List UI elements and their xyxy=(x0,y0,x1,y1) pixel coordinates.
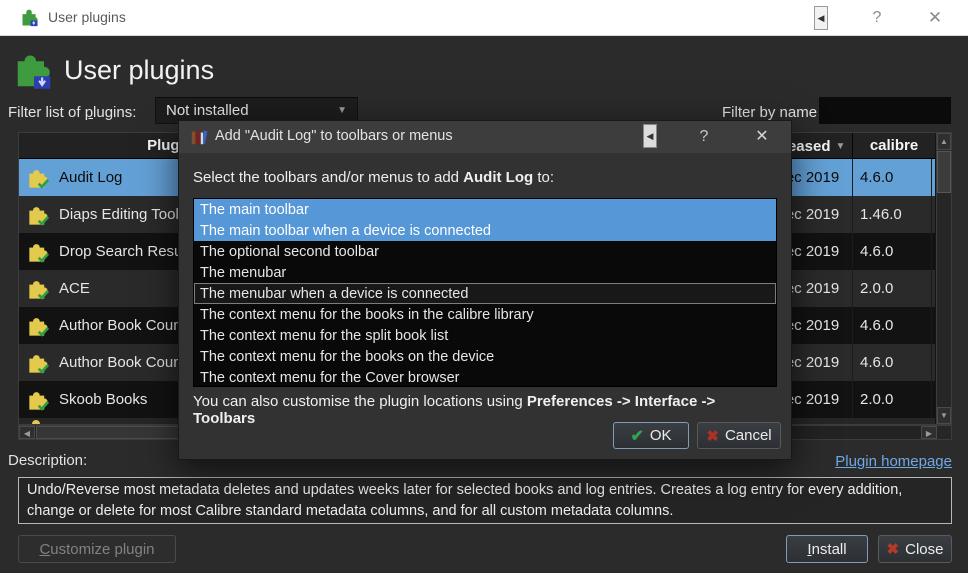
plugin-name: Diaps Editing Tool xyxy=(59,206,179,223)
plugin-icon xyxy=(27,350,52,375)
plugin-calibre-version: 2.0.0 xyxy=(852,270,935,307)
dialog-close-button[interactable]: ✕ xyxy=(745,121,779,153)
plugin-name: Drop Search Resul xyxy=(59,243,186,260)
table-vertical-scrollbar[interactable]: ▲ ▼ xyxy=(936,132,952,425)
scroll-down-icon[interactable]: ▼ xyxy=(937,407,951,424)
plugin-calibre-version: 4.6.0 xyxy=(852,307,935,344)
check-icon: ✔ xyxy=(630,426,643,446)
ok-button[interactable]: ✔OK xyxy=(613,422,689,449)
list-item[interactable]: The main toolbar when a device is connec… xyxy=(194,220,776,241)
close-window-button[interactable]: ✕ xyxy=(918,0,952,36)
plugin-name: Skoob Books xyxy=(59,391,147,408)
filter-by-name-input[interactable] xyxy=(818,96,952,125)
plugin-icon xyxy=(27,387,52,412)
plugin-header-icon xyxy=(14,50,54,90)
dialog-titlebar: Add "Audit Log" to toolbars or menus ◀ ?… xyxy=(179,121,791,153)
plugin-homepage-link[interactable]: Plugin homepage xyxy=(835,453,952,470)
os-titlebar: User plugins ◀ ? ✕ xyxy=(0,0,968,36)
input-indicator-icon[interactable]: ◀ xyxy=(643,124,657,148)
window-title: User plugins xyxy=(48,9,126,25)
list-item[interactable]: The context menu for the books on the de… xyxy=(194,346,776,367)
plugin-calibre-version: 2.0.0 xyxy=(852,381,935,418)
filter-by-name-label: Filter by name: xyxy=(722,104,821,121)
cancel-x-icon: ✖ xyxy=(706,427,719,445)
sort-descending-icon: ▼ xyxy=(835,134,845,159)
scroll-up-icon[interactable]: ▲ xyxy=(937,133,951,150)
destination-list: The main toolbar The main toolbar when a… xyxy=(193,198,777,387)
dialog-title: Add "Audit Log" to toolbars or menus xyxy=(215,128,453,144)
dialog-help-button[interactable]: ? xyxy=(689,121,719,153)
plugin-icon xyxy=(27,313,52,338)
list-item[interactable]: The optional second toolbar xyxy=(194,241,776,262)
customize-plugin-button[interactable]: Customize plugin xyxy=(18,535,176,563)
plugin-calibre-version: 4.6.0 xyxy=(852,233,935,270)
close-x-icon: ✖ xyxy=(887,540,900,558)
list-item[interactable]: The menubar when a device is connected xyxy=(194,283,776,304)
horizontal-scrollbar-thumb[interactable] xyxy=(36,426,186,439)
plugin-app-icon xyxy=(20,8,40,28)
cancel-button[interactable]: ✖Cancel xyxy=(697,422,781,449)
scroll-left-icon[interactable]: ◀ xyxy=(19,426,35,439)
scrollbar-corner xyxy=(937,426,951,439)
calibre-books-icon xyxy=(190,128,208,146)
filter-list-label: Filter list of plugins: xyxy=(8,104,136,121)
plugin-calibre-version: 1.46.0 xyxy=(852,196,935,233)
add-to-toolbars-dialog: Add "Audit Log" to toolbars or menus ◀ ?… xyxy=(178,120,792,460)
plugin-name: Author Book Coun xyxy=(59,354,182,371)
plugin-icon xyxy=(27,239,52,264)
plugin-icon xyxy=(27,276,52,301)
list-item[interactable]: The context menu for the split book list xyxy=(194,325,776,346)
close-button[interactable]: ✖Close xyxy=(878,535,952,563)
plugin-icon xyxy=(27,202,52,227)
plugin-name: ACE xyxy=(59,280,90,297)
filter-list-dropdown-value: Not installed xyxy=(166,102,249,119)
plugin-calibre-version: 4.6.0 xyxy=(852,344,935,381)
list-item[interactable]: The context menu for the Cover browser xyxy=(194,367,776,387)
dialog-prompt: Select the toolbars and/or menus to add … xyxy=(193,169,554,186)
install-button[interactable]: Install xyxy=(786,535,868,563)
help-button[interactable]: ? xyxy=(862,0,892,36)
plugin-calibre-version: 4.6.0 xyxy=(852,159,935,196)
input-indicator-icon[interactable]: ◀ xyxy=(814,6,828,30)
page-title: User plugins xyxy=(64,55,214,86)
list-item[interactable]: The menubar xyxy=(194,262,776,283)
list-item[interactable]: The main toolbar xyxy=(194,199,776,220)
column-header-calibre[interactable]: calibre xyxy=(852,133,935,159)
vertical-scrollbar-thumb[interactable] xyxy=(937,151,951,193)
dialog-footnote: You can also customise the plugin locati… xyxy=(193,393,779,427)
plugin-icon xyxy=(27,165,52,190)
plugin-name: Author Book Coun xyxy=(59,317,182,334)
scroll-right-icon[interactable]: ▶ xyxy=(921,426,937,439)
page-header: User plugins xyxy=(14,50,214,90)
plugin-name: Audit Log xyxy=(59,169,122,186)
description-label: Description: xyxy=(8,452,87,469)
list-item[interactable]: The context menu for the books in the ca… xyxy=(194,304,776,325)
description-box: Undo/Reverse most metadata deletes and u… xyxy=(18,477,952,524)
